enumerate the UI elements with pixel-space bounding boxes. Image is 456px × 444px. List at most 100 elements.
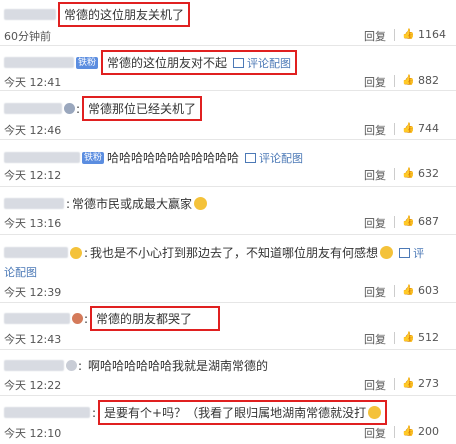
like-count: 200 (418, 425, 439, 438)
like-count: 1164 (418, 28, 446, 41)
like-button[interactable]: 👍 744 (402, 122, 439, 135)
highlighted-comment-text: 常德的这位朋友对不起 评论配图 (101, 50, 298, 75)
like-count: 882 (418, 74, 439, 87)
like-count: 687 (418, 215, 439, 228)
like-count: 603 (418, 284, 439, 297)
image-icon (399, 247, 411, 258)
image-icon (245, 152, 257, 163)
divider (394, 168, 395, 180)
comment-text: 常德市民或成最大赢家 (72, 197, 193, 211)
blurred-username[interactable] (4, 313, 70, 324)
separator (0, 90, 456, 91)
blurred-username[interactable] (4, 198, 64, 209)
highlighted-comment-text: 常德的朋友都哭了 (90, 306, 221, 331)
thumbs-up-icon: 👍 (402, 28, 415, 40)
comment-9: : 是要有个+吗？（我看了眼归属地湖南常德就没打 (4, 400, 388, 425)
thumbs-up-icon: 👍 (402, 215, 415, 227)
comment-4: 铁粉 哈哈哈哈哈哈哈哈哈哈哈 评论配图 (4, 149, 303, 166)
comment-image-link[interactable]: 评论配图 (233, 57, 291, 70)
comment-text: 常德的这位朋友对不起 (107, 56, 228, 70)
timestamp: 今天 12:22 (4, 379, 62, 392)
like-count: 273 (418, 377, 439, 390)
reply-button[interactable]: 回复 (364, 331, 386, 347)
thumbs-up-icon: 👍 (402, 122, 415, 134)
fan-badge: 铁粉 (82, 151, 105, 164)
timestamp: 今天 12:12 (4, 169, 62, 182)
emoji-icon (368, 406, 382, 419)
divider (394, 332, 395, 344)
separator (0, 186, 456, 187)
separator (0, 234, 456, 235)
blurred-username[interactable] (4, 360, 64, 371)
comment-text: 哈哈哈哈哈哈哈哈哈哈哈 (107, 151, 240, 165)
reply-button[interactable]: 回复 (364, 122, 386, 138)
thumbs-up-icon: 👍 (402, 331, 415, 343)
blurred-username[interactable] (4, 103, 62, 114)
separator (0, 45, 456, 46)
blurred-username[interactable] (4, 57, 74, 68)
blurred-username[interactable] (4, 152, 80, 163)
image-icon (233, 58, 245, 68)
like-button[interactable]: 👍 603 (402, 284, 439, 297)
timestamp: 今天 12:43 (4, 333, 62, 346)
thumbs-up-icon: 👍 (402, 284, 415, 296)
thumbs-up-icon: 👍 (402, 377, 415, 389)
like-button[interactable]: 👍 1164 (402, 28, 446, 41)
separator (0, 395, 456, 396)
divider (394, 75, 395, 87)
comment-7: : 常德的朋友都哭了 (4, 306, 221, 331)
separator (0, 302, 456, 303)
comment-text: 啊哈哈哈哈哈哈我就是湖南常德的 (88, 359, 269, 373)
emoji-icon (380, 246, 394, 259)
divider (394, 285, 395, 297)
timestamp: 60分钟前 (4, 30, 51, 43)
like-button[interactable]: 👍 632 (402, 167, 439, 180)
highlighted-comment-text: 是要有个+吗？（我看了眼归属地湖南常德就没打 (98, 400, 388, 425)
comment-image-link-part2[interactable]: 论配图 (4, 264, 37, 280)
like-button[interactable]: 👍 200 (402, 425, 439, 438)
comment-3: : 常德那位已经关机了 (4, 96, 203, 121)
reply-button[interactable]: 回复 (364, 28, 386, 44)
separator (0, 349, 456, 350)
divider (394, 216, 395, 228)
blurred-username[interactable] (4, 407, 90, 418)
timestamp: 今天 13:16 (4, 217, 62, 230)
timestamp: 今天 12:39 (4, 286, 62, 299)
comment-text: 我也是不小心打到那边去了，不知道哪位朋友有何感想 (90, 246, 379, 260)
reply-button[interactable]: 回复 (364, 425, 386, 441)
thumbs-up-icon: 👍 (402, 425, 415, 437)
reply-button[interactable]: 回复 (364, 74, 386, 90)
comment-8: : 啊哈哈哈哈哈哈我就是湖南常德的 (4, 357, 268, 374)
highlighted-comment-text: 常德那位已经关机了 (82, 96, 203, 121)
comment-5: : 常德市民或成最大赢家 (4, 195, 208, 212)
reply-button[interactable]: 回复 (364, 284, 386, 300)
divider (394, 123, 395, 135)
comment-6: : 我也是不小心打到那边去了，不知道哪位朋友有何感想 评 (4, 244, 424, 261)
like-button[interactable]: 👍 512 (402, 331, 439, 344)
divider (394, 426, 395, 438)
reply-button[interactable]: 回复 (364, 167, 386, 183)
highlighted-comment-text: 常德的这位朋友关机了 (58, 2, 191, 27)
timestamp: 今天 12:46 (4, 124, 62, 137)
thumbs-up-icon: 👍 (402, 74, 415, 86)
avatar-emoji-icon (70, 246, 82, 259)
avatar-icon (66, 360, 77, 371)
like-button[interactable]: 👍 687 (402, 215, 439, 228)
comment-2: 铁粉 常德的这位朋友对不起 评论配图 (4, 50, 298, 75)
reply-button[interactable]: 回复 (364, 377, 386, 393)
separator (0, 139, 456, 140)
reply-button[interactable]: 回复 (364, 215, 386, 231)
blurred-username[interactable] (4, 247, 68, 258)
timestamp: 今天 12:41 (4, 76, 62, 89)
comment-image-link-part1[interactable]: 评 (399, 245, 424, 261)
comment-image-link[interactable]: 评论配图 (245, 150, 303, 166)
like-button[interactable]: 👍 273 (402, 377, 439, 390)
comment-1: 常德的这位朋友关机了 (4, 2, 191, 27)
blurred-username[interactable] (4, 9, 56, 20)
comment-text: 是要有个+吗？（我看了眼归属地湖南常德就没打 (104, 406, 367, 420)
verified-icon (72, 313, 83, 324)
verified-icon (64, 103, 75, 114)
emoji-icon (194, 197, 208, 210)
divider (394, 378, 395, 390)
like-button[interactable]: 👍 882 (402, 74, 439, 87)
